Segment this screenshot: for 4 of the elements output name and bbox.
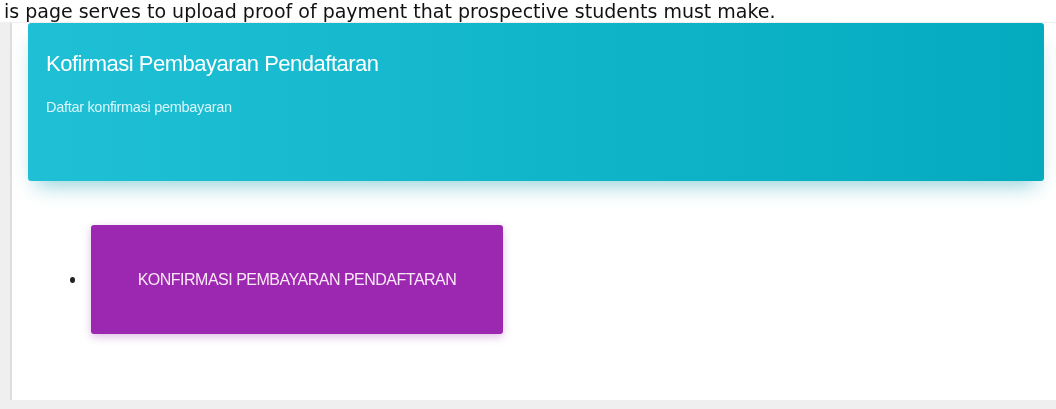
confirm-payment-button[interactable]: KONFIRMASI PEMBAYARAN PENDAFTARAN (91, 225, 503, 334)
page-subtitle: Daftar konfirmasi pembayaran (46, 99, 233, 115)
bullet-icon (70, 276, 75, 283)
page-title: Kofirmasi Pembayaran Pendaftaran (46, 51, 380, 77)
